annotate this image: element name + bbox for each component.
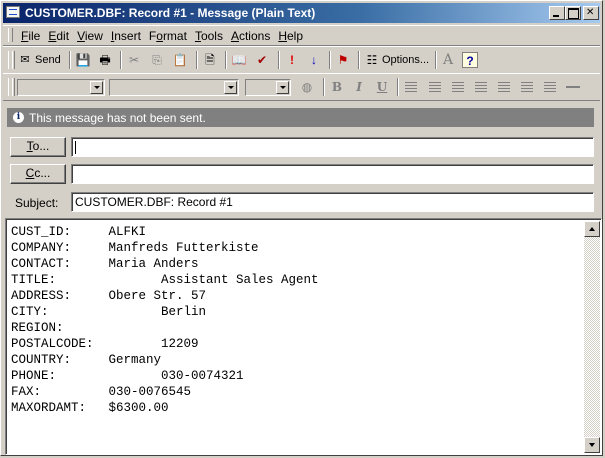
save-button[interactable]: 💾 xyxy=(75,51,91,69)
horizontal-line-icon[interactable] xyxy=(566,86,580,88)
message-body-text[interactable]: CUST_ID: ALFKI COMPANY: Manfreds Futterk… xyxy=(11,224,319,416)
menu-edit[interactable]: Edit xyxy=(44,29,73,43)
flag-button[interactable]: ⚑ xyxy=(335,51,351,69)
importance-high-icon: ! xyxy=(290,53,294,67)
decrease-indent-icon[interactable] xyxy=(498,82,510,92)
save-icon: 💾 xyxy=(75,53,91,67)
options-label: Options... xyxy=(382,54,430,66)
check-names-button[interactable]: ✔ xyxy=(254,51,270,69)
menu-actions[interactable]: Actions xyxy=(227,29,274,43)
cc-button[interactable]: Cc... xyxy=(10,164,66,184)
increase-indent-2-icon[interactable] xyxy=(544,82,556,92)
chevron-down-icon[interactable] xyxy=(90,81,103,94)
message-body[interactable]: CUST_ID: ALFKI COMPANY: Manfreds Futterk… xyxy=(5,218,602,455)
cut-icon: ✂ xyxy=(128,53,140,67)
bold-icon: B xyxy=(331,80,343,94)
scroll-down-button[interactable] xyxy=(584,437,600,453)
copy-button[interactable]: ⎘ xyxy=(149,51,165,69)
underline-button[interactable]: U xyxy=(374,79,390,95)
align-center-icon[interactable] xyxy=(429,82,441,92)
formatting-toolbar: ◍ B I U xyxy=(3,73,600,101)
info-bar: i This message has not been sent. xyxy=(7,108,594,127)
send-button[interactable]: ✉ Send xyxy=(17,51,61,69)
increase-indent-icon[interactable] xyxy=(521,82,533,92)
align-right-icon[interactable] xyxy=(452,82,464,92)
font-color-button[interactable]: ◍ xyxy=(299,79,315,95)
menubar-grip[interactable] xyxy=(8,28,13,42)
options-button[interactable]: ☷ Options... xyxy=(364,51,429,69)
flag-icon: ⚑ xyxy=(337,53,349,67)
standard-toolbar: ✉ Send 💾 🖶 ✂ ⎘ 📋 🗎 📖 ✔ ! ↓ ⚑ ☷ Options..… xyxy=(3,46,600,74)
importance-low-button[interactable]: ↓ xyxy=(306,51,322,69)
cc-field[interactable] xyxy=(71,164,594,184)
menu-bar: File Edit View Insert Format Tools Actions Help xyxy=(3,25,600,46)
subject-value: CUSTOMER.DBF: Record #1 xyxy=(75,195,233,209)
window-title: CUSTOMER.DBF: Record #1 - Message (Plain… xyxy=(25,6,316,20)
cc-button-label: Cc... xyxy=(25,166,51,180)
options-icon: ☷ xyxy=(366,53,378,67)
print-icon: 🖶 xyxy=(99,53,111,67)
chevron-down-icon[interactable] xyxy=(276,81,289,94)
bold-button[interactable]: B xyxy=(329,79,345,95)
print-button[interactable]: 🖶 xyxy=(97,51,113,69)
style-select[interactable] xyxy=(17,79,105,96)
help-button[interactable]: ? xyxy=(462,51,478,69)
italic-icon: I xyxy=(356,80,362,94)
help-icon: ? xyxy=(462,52,478,68)
maximize-button[interactable] xyxy=(565,6,581,20)
message-icon xyxy=(6,6,20,18)
vertical-scrollbar[interactable] xyxy=(584,221,600,453)
subject-field[interactable]: CUSTOMER.DBF: Record #1 xyxy=(71,192,594,212)
font-name-select[interactable] xyxy=(109,79,239,96)
menu-insert[interactable]: Insert xyxy=(107,29,145,43)
bullets-icon[interactable] xyxy=(475,82,487,92)
text-caret xyxy=(75,141,76,154)
paste-icon: 📋 xyxy=(172,53,188,67)
copy-icon: ⎘ xyxy=(152,53,162,67)
font-button[interactable]: A xyxy=(440,51,456,69)
scroll-up-button[interactable] xyxy=(584,221,600,237)
paste-button[interactable]: 📋 xyxy=(172,51,188,69)
menu-view[interactable]: View xyxy=(73,29,107,43)
importance-low-icon: ↓ xyxy=(311,53,317,67)
font-size-select[interactable] xyxy=(245,79,291,96)
to-field[interactable] xyxy=(71,137,594,157)
menu-tools[interactable]: Tools xyxy=(191,29,227,43)
address-book-icon: 📖 xyxy=(231,53,247,67)
subject-label: Subject: xyxy=(15,196,59,210)
insert-file-button[interactable]: 🗎 xyxy=(202,51,218,69)
title-bar[interactable]: CUSTOMER.DBF: Record #1 - Message (Plain… xyxy=(3,3,600,23)
font-icon: A xyxy=(442,52,454,68)
menu-file[interactable]: File xyxy=(17,29,44,43)
info-icon: i xyxy=(13,112,24,123)
send-label: Send xyxy=(35,54,61,66)
info-message: This message has not been sent. xyxy=(29,111,206,125)
align-left-icon[interactable] xyxy=(405,82,417,92)
menu-format[interactable]: Format xyxy=(145,29,191,43)
attach-file-icon: 🗎 xyxy=(205,53,215,67)
importance-high-button[interactable]: ! xyxy=(284,51,300,69)
chevron-down-icon[interactable] xyxy=(224,81,237,94)
palette-icon: ◍ xyxy=(301,80,313,94)
minimize-button[interactable] xyxy=(549,6,565,20)
cut-button[interactable]: ✂ xyxy=(126,51,142,69)
to-button[interactable]: To... xyxy=(10,137,66,157)
menu-help[interactable]: Help xyxy=(274,29,307,43)
close-button[interactable] xyxy=(583,6,599,20)
underline-icon: U xyxy=(376,80,388,94)
send-icon: ✉ xyxy=(20,54,30,66)
check-names-icon: ✔ xyxy=(256,53,268,67)
to-button-label: To... xyxy=(26,139,50,153)
address-book-button[interactable]: 📖 xyxy=(231,51,247,69)
italic-button[interactable]: I xyxy=(351,79,367,95)
message-window: CUSTOMER.DBF: Record #1 - Message (Plain… xyxy=(0,0,603,456)
